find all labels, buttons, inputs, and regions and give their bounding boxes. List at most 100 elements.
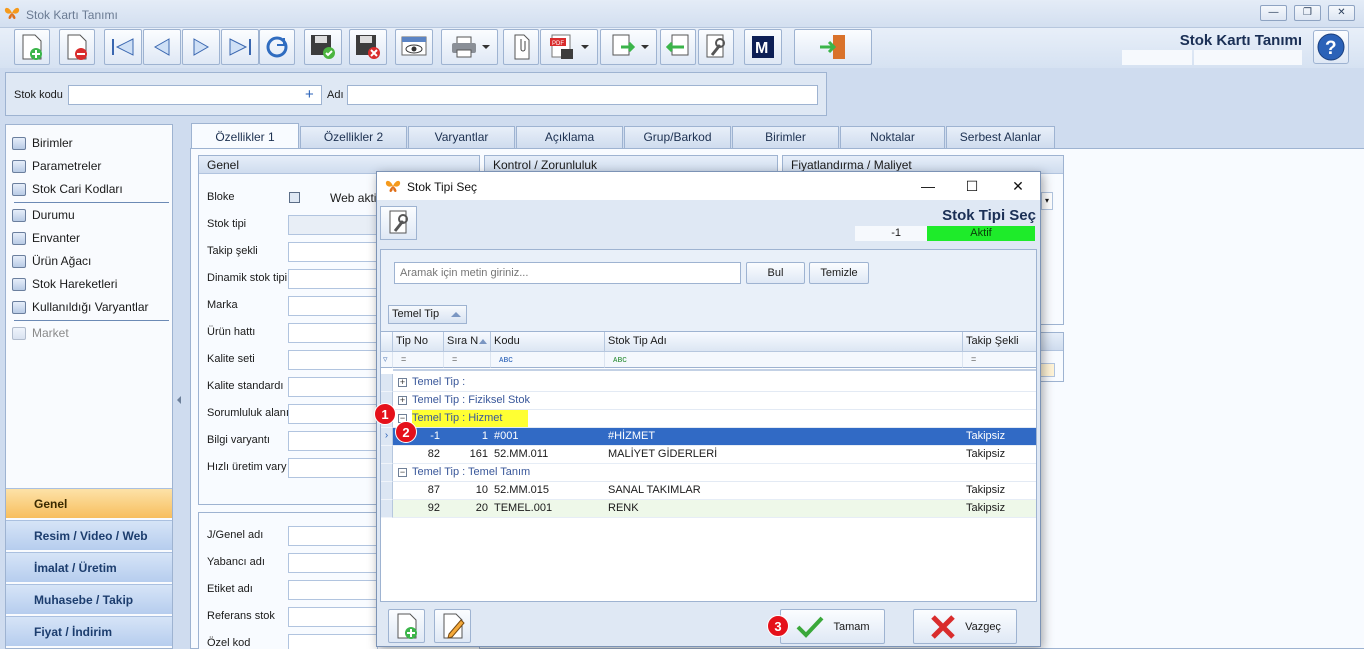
column-header-takip-sekli[interactable]: Takip Şekli <box>963 332 1036 352</box>
nav-item-birimler[interactable]: Birimler <box>12 133 73 153</box>
takip-sekli-field[interactable] <box>288 242 378 262</box>
group-row-fiziksel-stok[interactable]: + Temel Tip : Fiziksel Stok <box>393 392 1036 410</box>
yabanci-adi-field[interactable] <box>288 553 378 573</box>
pdf-export-button[interactable]: PDF <box>540 29 598 65</box>
stock-name-input[interactable] <box>347 85 818 105</box>
nav-item-kullanildigi-varyantlar[interactable]: Kullanıldığı Varyantlar <box>12 297 149 317</box>
filter-kodu[interactable]: ᴀʙᴄ <box>491 352 605 368</box>
nav-item-envanter[interactable]: Envanter <box>12 228 80 248</box>
column-header-tip-no[interactable]: Tip No <box>393 332 444 352</box>
kalite-seti-field[interactable] <box>288 350 378 370</box>
import-button[interactable] <box>660 29 696 65</box>
collapse-icon[interactable]: − <box>398 468 407 477</box>
stock-code-input[interactable] <box>68 85 322 105</box>
kalite-standardi-field[interactable] <box>288 377 378 397</box>
table-row[interactable]: 92 20 TEMEL.001 RENK Takipsiz <box>393 500 1036 518</box>
filter-stok-tip-adi[interactable]: ᴀʙᴄ <box>605 352 963 368</box>
tab-varyantlar[interactable]: Varyantlar <box>408 126 515 148</box>
section-genel[interactable]: Genel <box>6 488 172 518</box>
column-header-sira-no[interactable]: Sıra N <box>444 332 491 352</box>
nav-item-stok-hareketleri[interactable]: Stok Hareketleri <box>12 274 117 294</box>
last-record-button[interactable] <box>221 29 259 65</box>
table-row[interactable]: 82 161 52.MM.011 MALİYET GİDERLERİ Takip… <box>393 446 1036 464</box>
etiket-adi-field[interactable] <box>288 580 378 600</box>
filter-sira-no[interactable]: = <box>444 352 491 368</box>
nav-item-parametreler[interactable]: Parametreler <box>12 156 101 176</box>
column-header-stok-tip-adi[interactable]: Stok Tip Adı <box>605 332 963 352</box>
edit-stock-type-button[interactable] <box>434 609 471 643</box>
clear-button[interactable]: Temizle <box>809 262 869 284</box>
section-muhasebe-takip[interactable]: Muhasebe / Takip <box>6 584 172 614</box>
bilgi-varyanti-field[interactable] <box>288 431 378 451</box>
tab-grup-barkod[interactable]: Grup/Barkod <box>624 126 731 148</box>
fiyat-dropdown-icon[interactable]: ▾ <box>1041 192 1053 210</box>
marka-field[interactable] <box>288 296 378 316</box>
expand-icon[interactable]: + <box>398 396 407 405</box>
help-button[interactable]: ? <box>1313 30 1349 64</box>
module-m-button[interactable]: M <box>744 29 782 65</box>
tools-button[interactable] <box>698 29 734 65</box>
referans-stok-field[interactable] <box>288 607 378 627</box>
ok-button[interactable]: Tamam <box>780 609 885 644</box>
column-header-kodu[interactable]: Kodu <box>491 332 605 352</box>
tab-aciklama[interactable]: Açıklama <box>516 126 623 148</box>
tab-noktalar[interactable]: Noktalar <box>840 126 945 148</box>
delete-record-button[interactable] <box>59 29 95 65</box>
attach-button[interactable] <box>503 29 539 65</box>
genel-adi-field[interactable] <box>288 526 378 546</box>
nav-item-urun-agaci[interactable]: Ürün Ağacı <box>12 251 91 271</box>
hizli-uretim-vary-field[interactable] <box>288 458 378 478</box>
tab-ozellikler-2[interactable]: Özellikler 2 <box>300 126 407 148</box>
first-record-button[interactable] <box>104 29 142 65</box>
search-input[interactable] <box>394 262 741 284</box>
add-code-icon[interactable]: + <box>305 86 314 103</box>
save-cancel-icon <box>356 35 380 59</box>
exit-button[interactable] <box>794 29 872 65</box>
cancel-button[interactable]: Vazgeç <box>913 609 1017 644</box>
edit-pencil-icon[interactable] <box>1039 363 1055 377</box>
nav-item-durumu[interactable]: Durumu <box>12 205 75 225</box>
export-button[interactable] <box>600 29 657 65</box>
preview-button[interactable] <box>395 29 433 65</box>
dialog-tools-button[interactable] <box>380 206 417 240</box>
filter-takip-sekli[interactable]: = <box>963 352 1036 368</box>
section-fiyat-indirim[interactable]: Fiyat / İndirim <box>6 616 172 646</box>
add-stock-type-button[interactable] <box>388 609 425 643</box>
refresh-button[interactable] <box>259 29 295 65</box>
nav-item-stok-cari-kodlari[interactable]: Stok Cari Kodları <box>12 179 123 199</box>
dialog-close-button[interactable]: ✕ <box>1003 176 1033 196</box>
minimize-button[interactable]: — <box>1260 5 1287 21</box>
group-row-temel-tanim[interactable]: − Temel Tip : Temel Tanım <box>393 464 1036 482</box>
dialog-minimize-button[interactable]: — <box>913 176 943 196</box>
expand-icon[interactable]: + <box>398 378 407 387</box>
group-by-chip[interactable]: Temel Tip <box>388 305 467 324</box>
urun-hatti-field[interactable] <box>288 323 378 343</box>
dialog-maximize-button[interactable]: ☐ <box>957 176 987 196</box>
bloke-checkbox[interactable] <box>289 192 300 203</box>
collapse-splitter[interactable] <box>176 124 184 649</box>
group-row-hizmet[interactable]: − Temel Tip : Hizmet <box>393 410 1036 428</box>
sorumluluk-alani-field[interactable] <box>288 404 378 424</box>
dinamik-stok-tipi-field[interactable] <box>288 269 378 289</box>
stok-tipi-field[interactable] <box>288 215 378 235</box>
next-record-button[interactable] <box>182 29 220 65</box>
save-and-close-button[interactable] <box>349 29 387 65</box>
filter-tip-no[interactable]: = <box>393 352 444 368</box>
section-imalat-uretim[interactable]: İmalat / Üretim <box>6 552 172 582</box>
new-record-button[interactable] <box>14 29 50 65</box>
search-button[interactable]: Bul <box>746 262 805 284</box>
table-row[interactable]: -1 1 #001 #HİZMET Takipsiz <box>393 428 1036 446</box>
tab-serbest-alanlar[interactable]: Serbest Alanlar <box>946 126 1055 148</box>
tab-ozellikler-1[interactable]: Özellikler 1 <box>191 123 299 149</box>
close-button[interactable]: ✕ <box>1328 5 1355 21</box>
table-row[interactable]: 87 10 52.MM.015 SANAL TAKIMLAR Takipsiz <box>393 482 1036 500</box>
section-resim-video-web[interactable]: Resim / Video / Web <box>6 520 172 550</box>
field-label-kalite-seti: Kalite seti <box>207 353 255 365</box>
restore-button[interactable]: ❐ <box>1294 5 1321 21</box>
previous-record-button[interactable] <box>143 29 181 65</box>
ozel-kod-field[interactable] <box>288 634 378 649</box>
print-button[interactable] <box>441 29 498 65</box>
tab-birimler[interactable]: Birimler <box>732 126 839 148</box>
group-row-temel-tip[interactable]: + Temel Tip : <box>393 374 1036 392</box>
save-button[interactable] <box>304 29 342 65</box>
